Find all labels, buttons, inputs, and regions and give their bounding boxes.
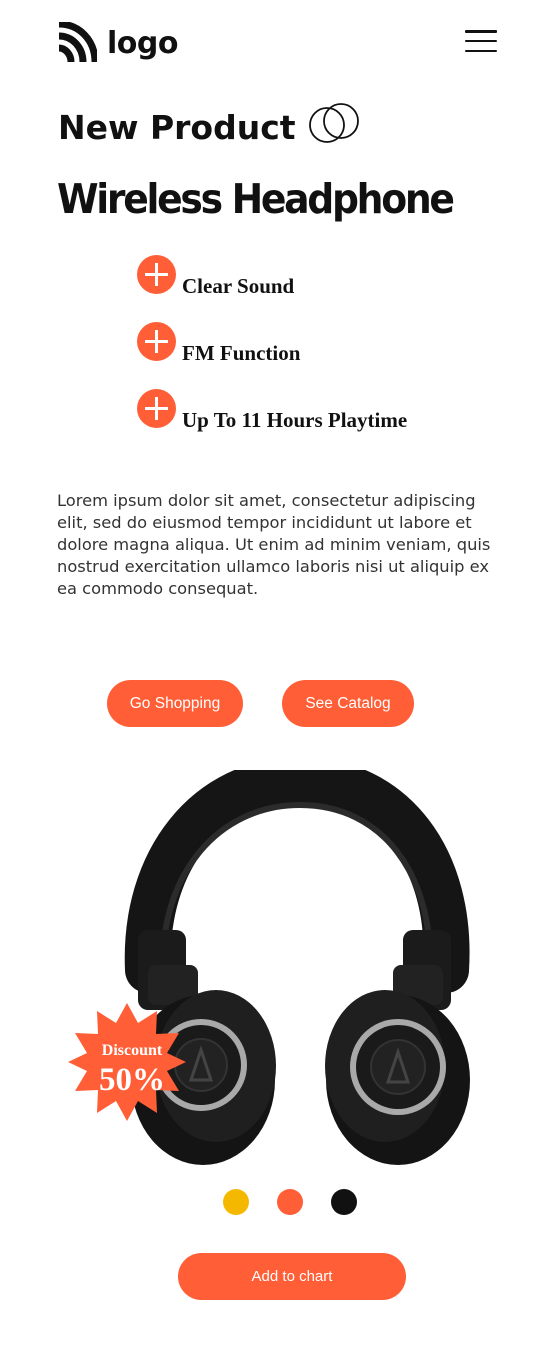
product-description: Lorem ipsum dolor sit amet, consectetur …	[57, 491, 491, 598]
menu-line	[465, 39, 497, 43]
feature-label: FM Function	[182, 341, 301, 365]
menu-line	[465, 49, 497, 52]
plus-circle-icon	[137, 255, 176, 294]
menu-line	[465, 30, 497, 33]
color-swatch-black[interactable]	[331, 1189, 357, 1215]
logo-text: logo	[107, 25, 178, 61]
wifi-signal-icon	[58, 22, 97, 63]
subtitle-row: New Product	[58, 102, 364, 147]
page-subtitle: New Product	[58, 108, 296, 147]
plus-circle-icon	[137, 322, 176, 361]
page-title: Wireless Headphone	[57, 175, 455, 223]
discount-value: 50%	[99, 1062, 165, 1098]
discount-label: Discount	[101, 1042, 163, 1059]
go-shopping-button[interactable]: Go Shopping	[107, 680, 243, 727]
discount-badge: Discount 50%	[68, 1003, 186, 1121]
logo[interactable]: logo	[57, 22, 178, 64]
see-catalog-button[interactable]: See Catalog	[282, 680, 414, 727]
add-to-cart-button[interactable]: Add to chart	[178, 1253, 406, 1300]
site-header: logo	[0, 0, 555, 90]
feature-label: Up To 11 Hours Playtime	[182, 408, 408, 432]
color-swatch-orange[interactable]	[277, 1189, 303, 1215]
color-swatch-yellow[interactable]	[223, 1189, 249, 1215]
plus-circle-icon	[137, 389, 176, 428]
feature-label: Clear Sound	[182, 274, 295, 298]
hamburger-menu-icon[interactable]	[465, 30, 497, 52]
rings-icon	[308, 102, 359, 143]
